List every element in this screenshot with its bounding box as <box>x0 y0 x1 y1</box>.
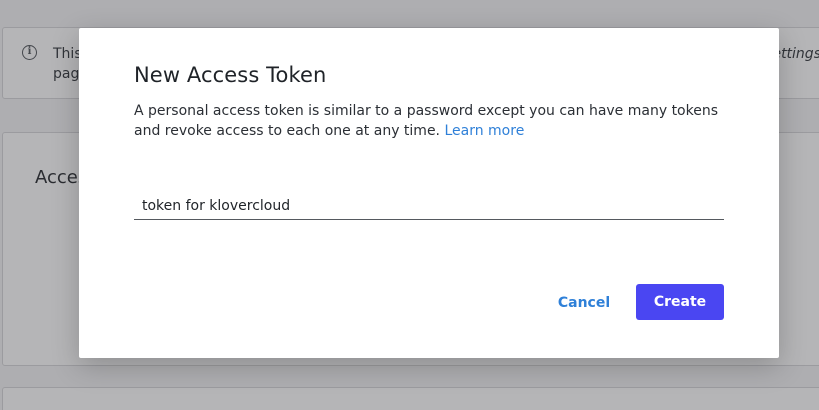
dialog-description-text: A personal access token is similar to a … <box>134 103 719 139</box>
learn-more-link[interactable]: Learn more <box>444 123 524 139</box>
create-button[interactable]: Create <box>636 284 724 320</box>
cancel-button[interactable]: Cancel <box>549 285 619 320</box>
token-name-input[interactable] <box>134 192 724 219</box>
new-access-token-dialog: New Access Token A personal access token… <box>79 28 779 358</box>
dialog-description: A personal access token is similar to a … <box>134 102 734 141</box>
token-name-field <box>134 192 724 220</box>
dialog-title: New Access Token <box>134 63 327 87</box>
